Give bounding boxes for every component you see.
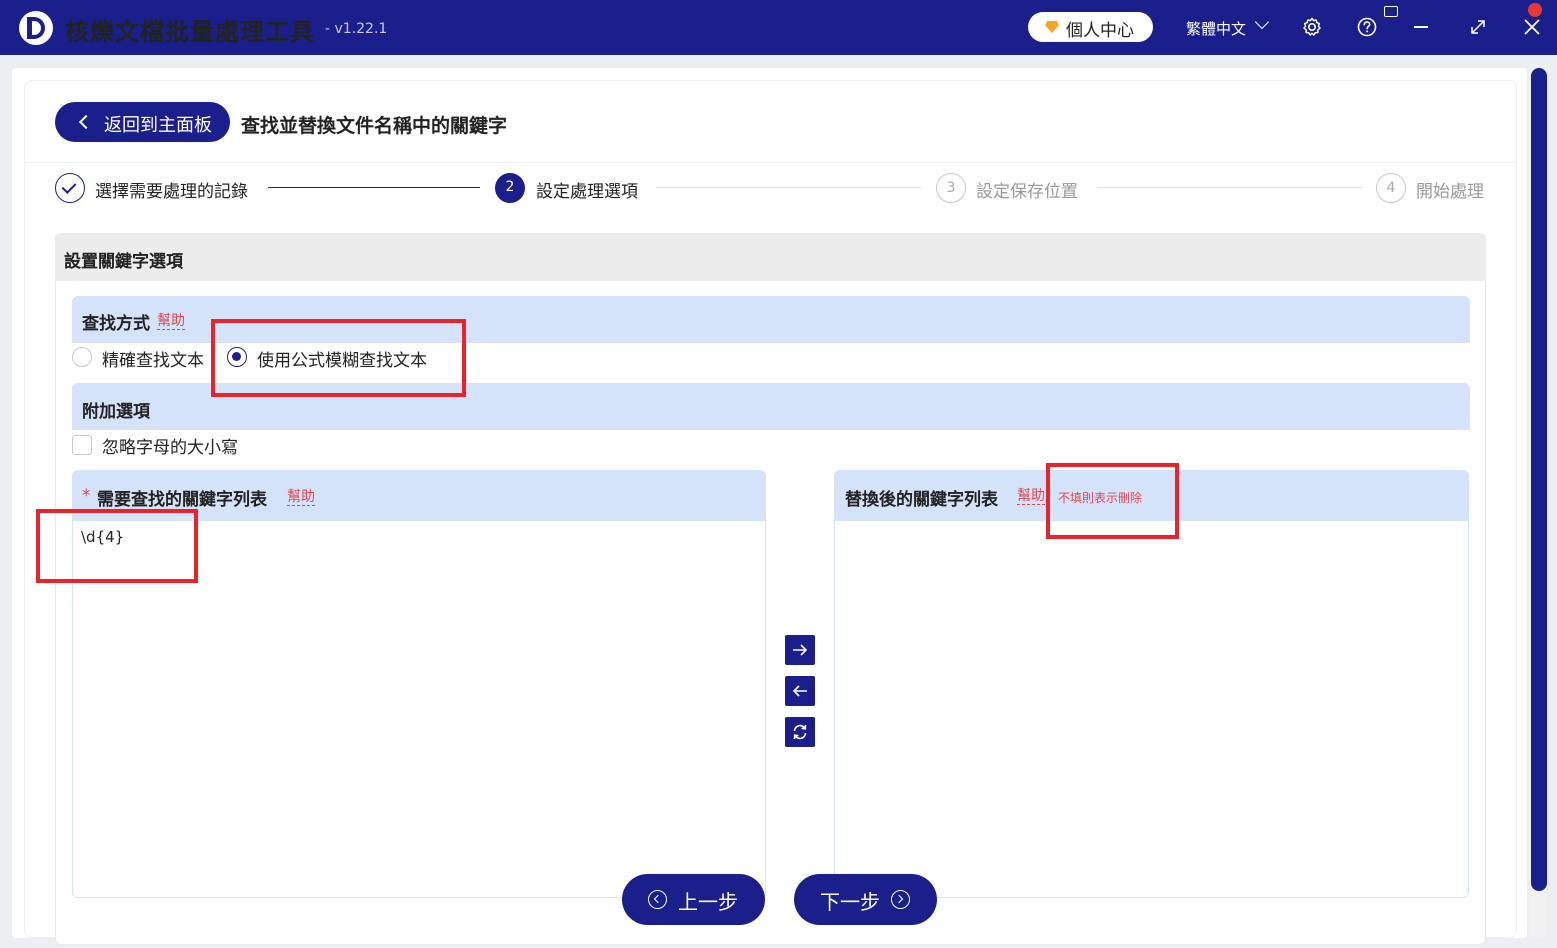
back-to-main-button[interactable]: 返回到主面板 — [55, 102, 230, 142]
help-icon[interactable] — [1356, 16, 1378, 38]
swap-button[interactable] — [785, 717, 815, 747]
user-center-label: 個人中心 — [1066, 21, 1134, 41]
ignore-case-checkbox[interactable] — [72, 435, 92, 455]
circle-right-icon — [891, 890, 910, 909]
prev-step-label: 上一步 — [678, 890, 738, 914]
step-2-label: 設定處理選項 — [536, 182, 638, 202]
annotation-box-hint — [1046, 463, 1179, 539]
maximize-icon[interactable] — [1467, 16, 1489, 38]
app-logo-icon — [19, 11, 53, 45]
app-version: - v1.22.1 — [325, 21, 388, 37]
extra-options-title: 附加選項 — [82, 402, 150, 422]
page-title: 查找並替換文件名稱中的關鍵字 — [241, 115, 508, 137]
diamond-icon — [1045, 21, 1059, 33]
step-connector — [656, 187, 921, 188]
scrollbar-thumb[interactable] — [1531, 68, 1547, 891]
minimize-icon[interactable] — [1414, 26, 1428, 28]
step-connector — [1097, 187, 1362, 188]
annotation-box-keyword — [36, 509, 198, 583]
ignore-case-label[interactable]: 忽略字母的大小寫 — [102, 433, 238, 458]
search-mode-title: 查找方式 — [82, 314, 150, 334]
circle-left-icon — [648, 890, 667, 909]
replace-keywords-help-link[interactable]: 幫助 — [1017, 488, 1045, 505]
copy-right-button[interactable] — [785, 635, 815, 665]
notification-icon[interactable] — [1384, 6, 1398, 17]
step-connector — [268, 187, 480, 188]
next-step-button[interactable]: 下一步 — [794, 874, 937, 925]
step-4-label: 開始處理 — [1416, 182, 1484, 202]
header-divider — [25, 162, 1516, 163]
copy-left-button[interactable] — [785, 676, 815, 706]
chevron-left-icon — [78, 114, 94, 130]
step-1-label: 選擇需要處理的記錄 — [95, 182, 248, 202]
refresh-icon — [793, 724, 807, 740]
search-mode-help-link[interactable]: 幫助 — [157, 313, 185, 330]
find-keywords-help-link[interactable]: 幫助 — [287, 489, 315, 506]
required-mark: * — [82, 486, 91, 506]
radio-exact-search[interactable] — [72, 347, 92, 367]
step-4-number: 4 — [1376, 173, 1406, 203]
panel-title: 設置關鍵字選項 — [64, 252, 183, 272]
close-icon[interactable] — [1521, 16, 1543, 38]
annotation-box-search-mode — [211, 319, 466, 397]
update-badge-icon — [1528, 3, 1542, 17]
step-3-label: 設定保存位置 — [976, 182, 1078, 202]
arrow-right-icon — [793, 644, 808, 656]
app-title: 核爍文檔批量處理工具 — [65, 18, 315, 46]
find-keywords-title: 需要查找的關鍵字列表 — [97, 490, 267, 510]
step-1-check-icon — [55, 173, 85, 203]
replace-keywords-title: 替換後的關鍵字列表 — [845, 490, 998, 510]
user-center-button[interactable]: 個人中心 — [1028, 12, 1153, 42]
replace-keywords-input[interactable] — [843, 528, 1458, 888]
panel-header — [55, 233, 1486, 281]
step-3-number: 3 — [936, 173, 966, 203]
radio-exact-search-label[interactable]: 精確查找文本 — [102, 346, 204, 371]
prev-step-button[interactable]: 上一步 — [622, 874, 765, 925]
language-selector[interactable]: 繁體中文 — [1186, 18, 1246, 39]
back-button-label: 返回到主面板 — [104, 115, 212, 136]
step-2-number: 2 — [495, 173, 525, 203]
gear-icon[interactable] — [1301, 16, 1323, 38]
next-step-label: 下一步 — [820, 890, 880, 914]
arrow-left-icon — [792, 685, 807, 697]
